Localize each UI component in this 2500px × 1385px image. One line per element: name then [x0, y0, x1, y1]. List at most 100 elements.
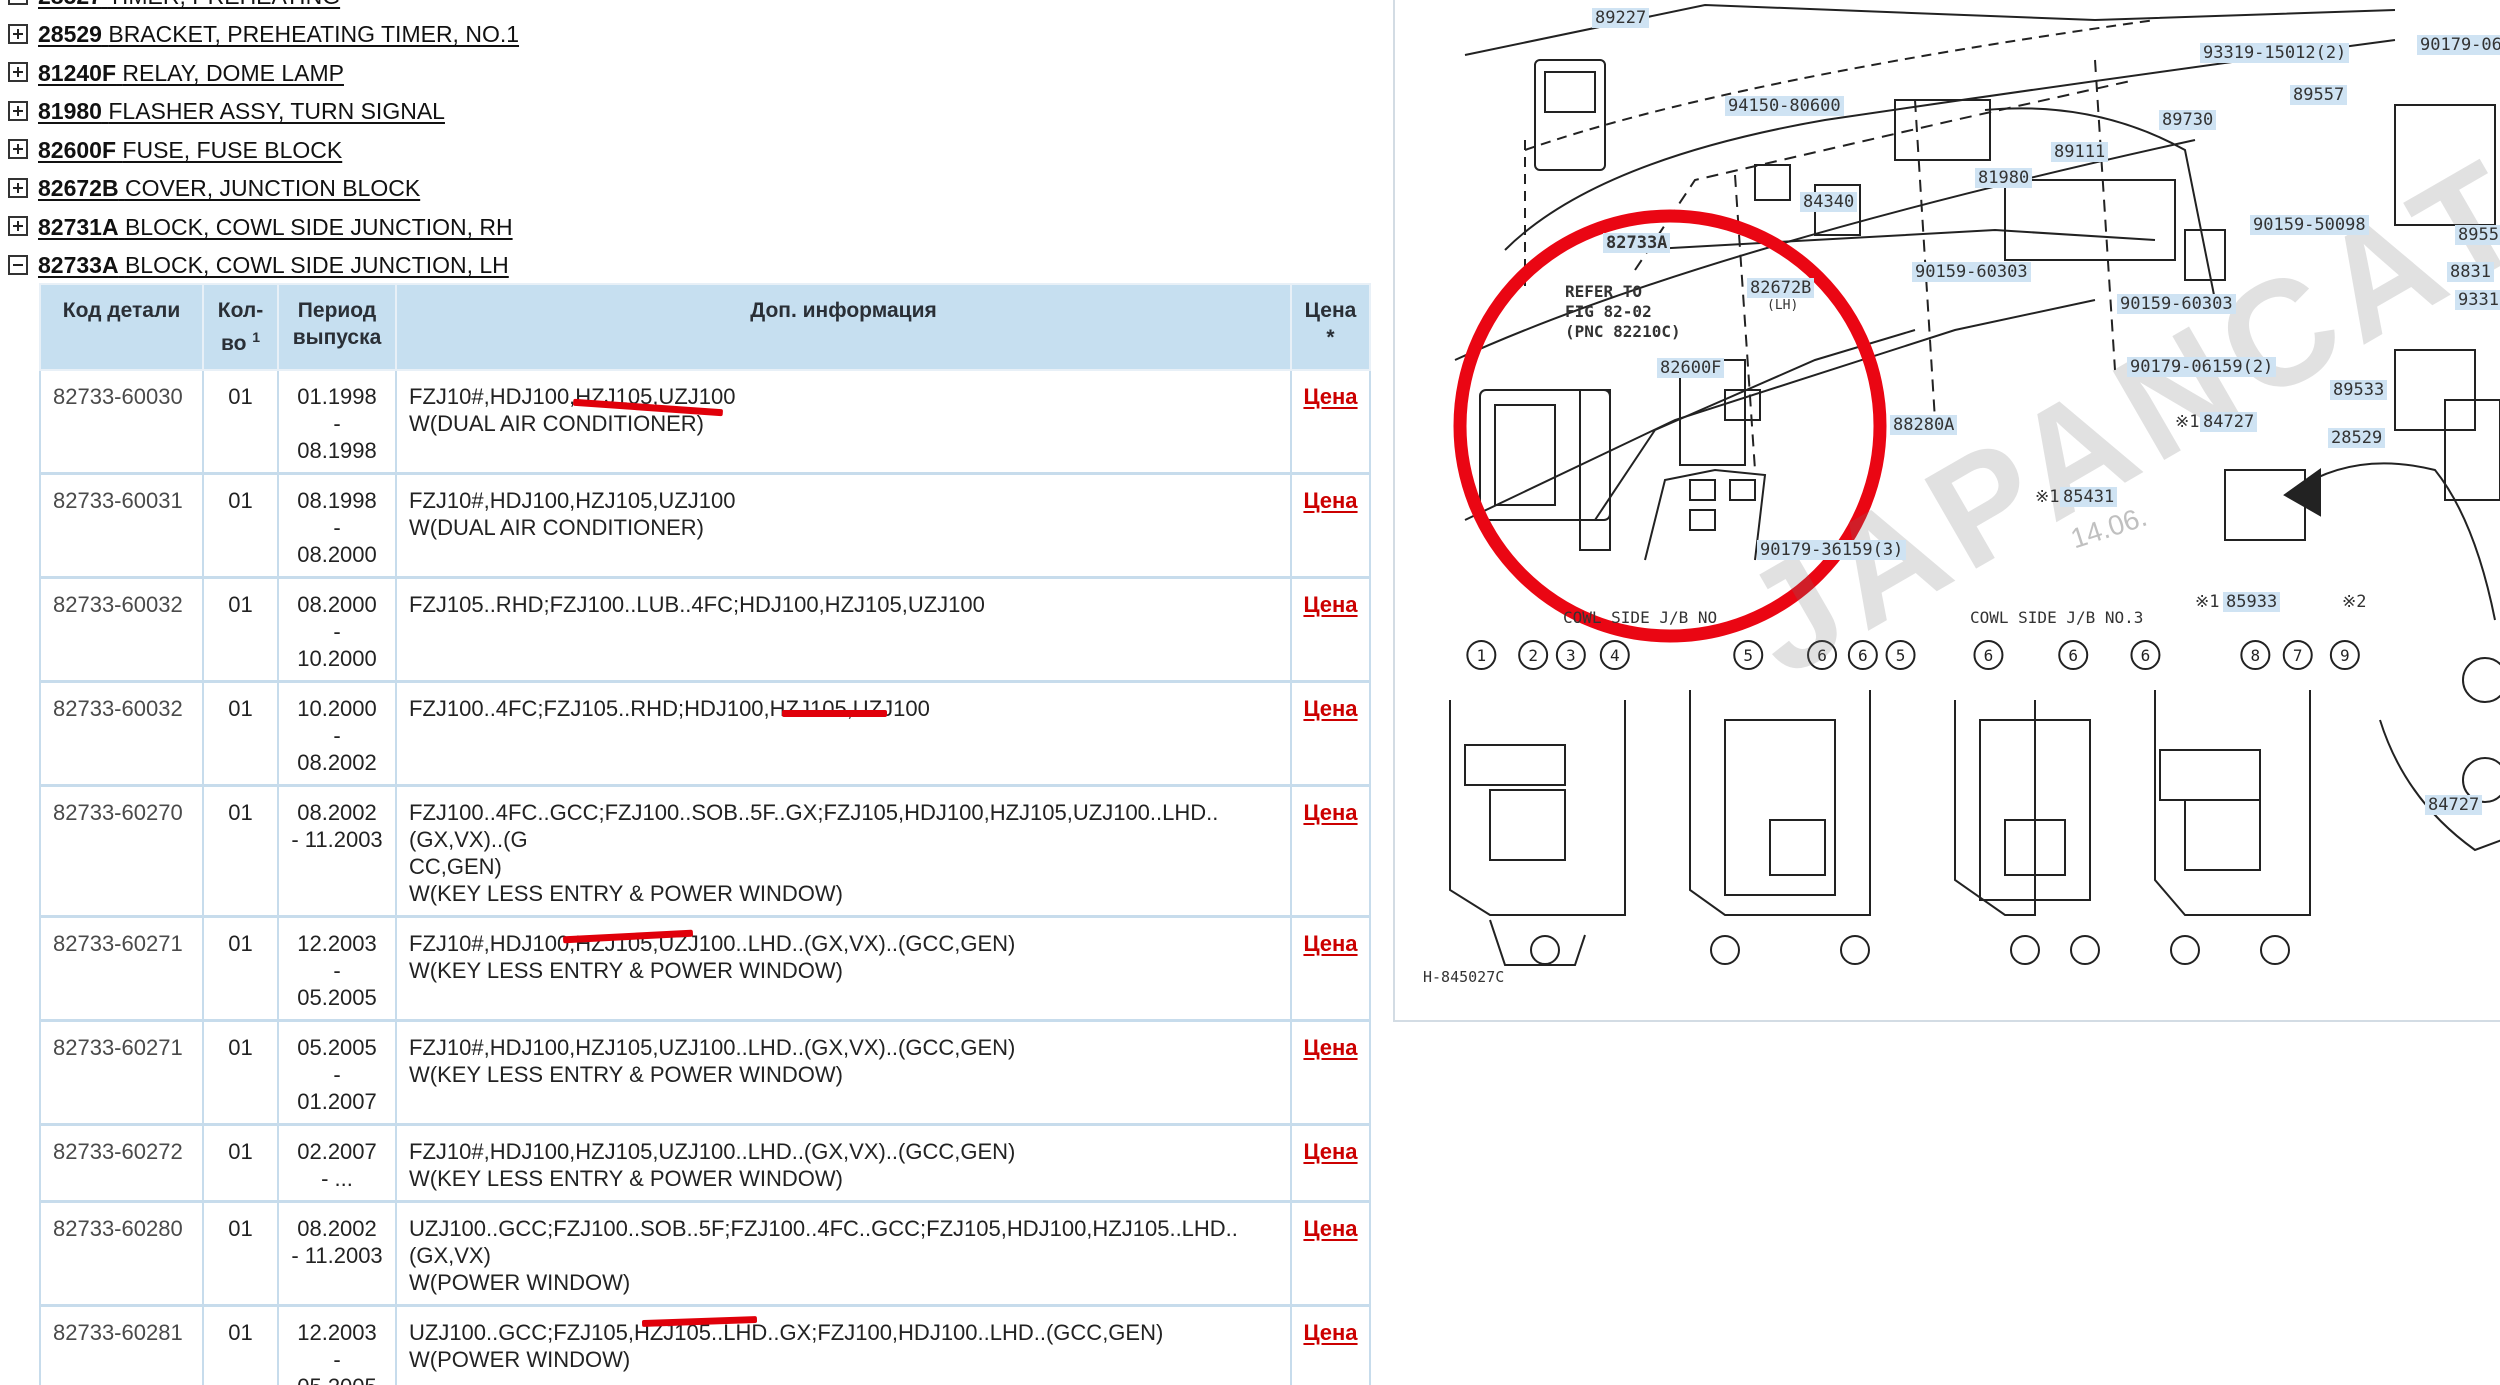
tree-item-link[interactable]: 81240F RELAY, DOME LAMP [38, 60, 344, 87]
info-line: FZJ100..4FC;FZJ105..RHD;HDJ100,HZJ105,UZ… [409, 696, 930, 721]
callout-85431-mark: ※1 [2035, 487, 2060, 507]
price-link[interactable]: Цена [1303, 384, 1357, 409]
highlight-stroke [782, 710, 887, 717]
callout-89557[interactable]: 89557 [2290, 85, 2348, 105]
tree-item-link[interactable]: 28527 TIMER, PREHEATING [38, 0, 340, 10]
tree-item-code: 28527 [38, 0, 102, 9]
callout-85933-mark: ※1 [2195, 592, 2220, 612]
price-link[interactable]: Цена [1303, 1216, 1357, 1241]
extra-info-cell: FZJ10#,HDJ100,HZJ105,UZJ100..LHD..(GX,VX… [395, 916, 1292, 1022]
collapse-icon[interactable] [8, 254, 30, 277]
period-sep: - [333, 411, 341, 436]
callout-82600F[interactable]: 82600F [1657, 358, 1725, 378]
quantity-cell: 01 [202, 681, 279, 787]
callout-90179-06[interactable]: 90179-06 [2417, 35, 2500, 55]
callout-84727-b[interactable]: 84727 [2425, 795, 2483, 815]
tree-item[interactable]: 82672B COVER, JUNCTION BLOCK [8, 170, 1378, 209]
expand-icon[interactable] [8, 139, 30, 161]
callout-84340[interactable]: 84340 [1800, 192, 1858, 212]
callout-90159-60303-b[interactable]: 90159-60303 [2117, 294, 2236, 314]
svg-text:6: 6 [2141, 646, 2151, 665]
tree-item[interactable]: 81980 FLASHER ASSY, TURN SIGNAL [8, 93, 1378, 132]
price-link[interactable]: Цена [1303, 1139, 1357, 1164]
callout-mark-2: ※2 [2342, 592, 2367, 612]
info-line: W(KEY LESS ENTRY & POWER WINDOW) [409, 1062, 843, 1087]
callout-85431[interactable]: 85431 [2060, 487, 2118, 507]
callout-28529[interactable]: 28529 [2328, 428, 2386, 448]
period-cell: 08.1998-08.2000 [277, 473, 397, 579]
callout-89111[interactable]: 89111 [2051, 142, 2109, 162]
header-part-code: Код детали [39, 283, 204, 371]
price-link[interactable]: Цена [1303, 931, 1357, 956]
diagram-circle-number: 1 [1466, 640, 1497, 670]
price-link[interactable]: Цена [1303, 800, 1357, 825]
callout-94150-80600[interactable]: 94150-80600 [1725, 96, 1844, 116]
callout-81980[interactable]: 81980 [1975, 168, 2033, 188]
callout-8955[interactable]: 8955 [2455, 225, 2500, 245]
tree-item[interactable]: 81240F RELAY, DOME LAMP [8, 54, 1378, 93]
part-code-cell: 82733-60272 [39, 1124, 204, 1203]
tree-item-link[interactable]: 82733A BLOCK, COWL SIDE JUNCTION, LH [38, 252, 509, 279]
callout-90179-36159[interactable]: 90179-36159(3) [1757, 540, 1907, 560]
tree-item[interactable]: 28527 TIMER, PREHEATING [8, 0, 1378, 16]
info-line: CC,GEN) [409, 854, 502, 879]
svg-text:6: 6 [1984, 646, 1994, 665]
callout-8831[interactable]: 8831 [2447, 262, 2494, 282]
diagram-circle-number: 4 [1599, 640, 1630, 670]
price-link[interactable]: Цена [1303, 1035, 1357, 1060]
refer-note-line2: FIG 82-02 [1565, 302, 1652, 321]
info-line: W(DUAL AIR CONDITIONER) [409, 515, 704, 540]
price-link[interactable]: Цена [1303, 1320, 1357, 1345]
period-to: 08.2002 [297, 750, 377, 775]
tree-item-link[interactable]: 28529 BRACKET, PREHEATING TIMER, NO.1 [38, 21, 519, 48]
tree-item[interactable]: 82600F FUSE, FUSE BLOCK [8, 131, 1378, 170]
period-sep: - [333, 1347, 341, 1372]
expand-icon[interactable] [8, 100, 30, 123]
period-sep: - ... [321, 1166, 353, 1191]
callout-82672B[interactable]: 82672B [1747, 278, 1815, 298]
callout-88280A[interactable]: 88280A [1890, 415, 1958, 435]
table-row: 82733-60032 01 10.2000-08.2002 FZJ100..4FC;… [39, 681, 1371, 787]
tree-item[interactable]: 82731A BLOCK, COWL SIDE JUNCTION, RH [8, 208, 1378, 247]
callout-84727-mark: ※1 [2175, 412, 2200, 432]
info-line: W(POWER WINDOW) [409, 1270, 631, 1295]
extra-info-cell: UZJ100..GCC;FZJ100..SOB..5F;FZJ100..4FC.… [395, 1201, 1292, 1307]
tree-item-name: COVER, JUNCTION BLOCK [124, 175, 421, 202]
callout-90159-50098[interactable]: 90159-50098 [2250, 215, 2369, 235]
callout-93319[interactable]: 93319 [2455, 290, 2500, 310]
price-cell: Цена [1290, 370, 1371, 475]
callout-84727-a[interactable]: 84727 [2200, 412, 2258, 432]
callout-89730[interactable]: 89730 [2159, 110, 2217, 130]
period-from: 10.2000 [297, 696, 377, 721]
tree-item-name: BLOCK, COWL SIDE JUNCTION, RH [124, 213, 513, 240]
tree-item-link[interactable]: 81980 FLASHER ASSY, TURN SIGNAL [38, 98, 445, 125]
tree-item[interactable]: 28529 BRACKET, PREHEATING TIMER, NO.1 [8, 16, 1378, 55]
callout-82733A[interactable]: 82733A [1603, 233, 1671, 253]
price-link[interactable]: Цена [1303, 696, 1357, 721]
callout-89227[interactable]: 89227 [1592, 8, 1650, 28]
extra-info-cell: FZJ105..RHD;FZJ100..LUB..4FC;HDJ100,HZJ1… [395, 577, 1292, 683]
quantity-cell: 01 [202, 1124, 279, 1203]
table-row: 82733-60271 01 12.2003-05.2005 FZJ10#,HDJ10… [39, 916, 1371, 1022]
table-header-row: Код детали Кол-во 1 Период выпуска Доп. … [39, 283, 1371, 371]
callout-89533[interactable]: 89533 [2330, 380, 2388, 400]
tree-item-link[interactable]: 82672B COVER, JUNCTION BLOCK [38, 175, 420, 202]
price-link[interactable]: Цена [1303, 488, 1357, 513]
expand-icon[interactable] [8, 62, 30, 84]
callout-90179-06159[interactable]: 90179-06159(2) [2127, 357, 2277, 377]
diagram-circle-number: 7 [2282, 640, 2313, 670]
tree-item[interactable]: 82733A BLOCK, COWL SIDE JUNCTION, LH [8, 247, 1378, 286]
callout-93319-15012[interactable]: 93319-15012(2) [2200, 43, 2350, 63]
period-sep: - 11.2003 [291, 827, 383, 852]
expand-icon[interactable] [8, 177, 30, 200]
callout-90159-60303-a[interactable]: 90159-60303 [1912, 262, 2031, 282]
expand-icon[interactable] [8, 0, 30, 7]
callout-85933[interactable]: 85933 [2223, 592, 2281, 612]
tree-item-link[interactable]: 82731A BLOCK, COWL SIDE JUNCTION, RH [38, 214, 513, 241]
price-link[interactable]: Цена [1303, 592, 1357, 617]
tree-item-link[interactable]: 82600F FUSE, FUSE BLOCK [38, 137, 342, 164]
expand-icon[interactable] [8, 216, 30, 238]
expand-icon[interactable] [8, 23, 30, 46]
info-line: (GX,VX)..(G [409, 827, 528, 852]
parts-diagram[interactable]: 12345665666879 JAPANCATS 14.06. 89227 94… [1393, 0, 2500, 1022]
